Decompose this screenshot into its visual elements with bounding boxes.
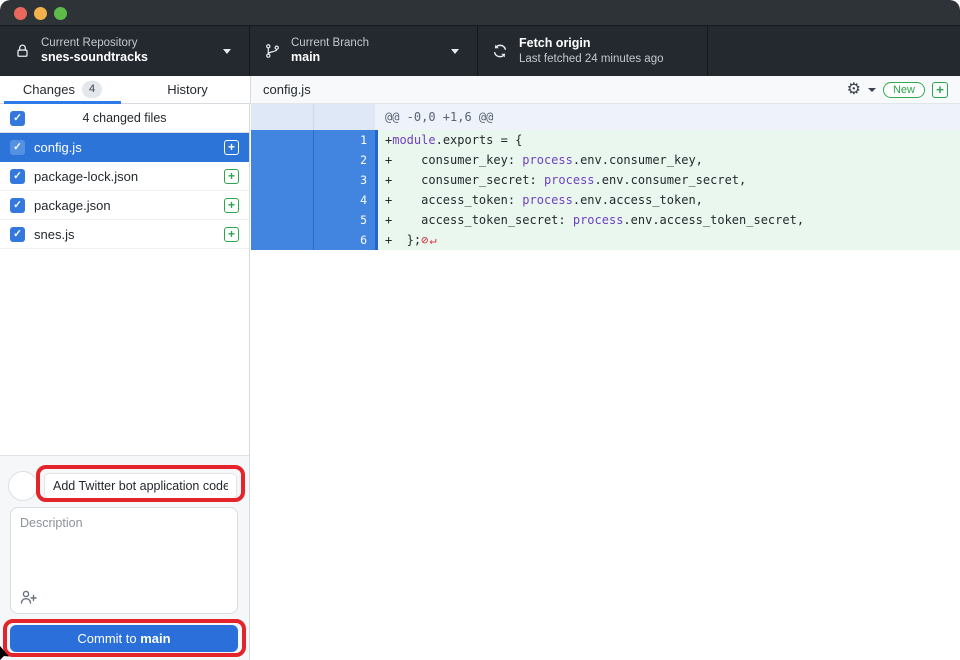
diff-gutter-old[interactable] [251, 150, 313, 170]
sync-icon [492, 43, 508, 59]
file-row[interactable]: ✓ config.js+ [0, 133, 249, 162]
diff-added-line: 5+ access_token_secret: process.env.acce… [251, 210, 960, 230]
file-name: snes.js [34, 227, 224, 242]
diff-code-text: + consumer_secret: process.env.consumer_… [375, 170, 960, 190]
changes-count-badge: 4 [82, 81, 102, 97]
file-checkbox[interactable]: ✓ [10, 140, 25, 155]
avatar [8, 471, 38, 501]
tab-history-label: History [167, 82, 207, 97]
file-name: package-lock.json [34, 169, 224, 184]
tab-history[interactable]: History [125, 76, 250, 103]
fetch-origin-sublabel: Last fetched 24 minutes ago [519, 52, 664, 66]
file-name: package.json [34, 198, 224, 213]
branch-icon [264, 43, 280, 59]
file-checkbox[interactable]: ✓ [10, 169, 25, 184]
file-name: config.js [34, 140, 224, 155]
diff-code-text: + };⊘↵ [375, 230, 960, 250]
diff-line-number[interactable]: 2 [313, 150, 375, 170]
file-list: ✓config.js+✓package-lock.json+✓package.j… [0, 133, 249, 249]
hunk-header-text: @@ -0,0 +1,6 @@ [375, 104, 960, 130]
tab-changes[interactable]: Changes 4 [0, 76, 125, 103]
diff-added-line: 6+ };⊘↵ [251, 230, 960, 250]
diff-filename: config.js [263, 82, 847, 97]
diff-code-text: +module.exports = { [375, 130, 960, 150]
diff-added-line: 3+ consumer_secret: process.env.consumer… [251, 170, 960, 190]
diff-panel: @@ -0,0 +1,6 @@ 1+module.exports = {2+ c… [251, 104, 960, 660]
chevron-down-icon [451, 49, 459, 54]
diff-hunk-header: @@ -0,0 +1,6 @@ [251, 104, 960, 130]
added-file-icon: + [224, 169, 239, 184]
diff-code-text: + consumer_key: process.env.consumer_key… [375, 150, 960, 170]
diff-gutter-new [313, 104, 375, 130]
sidebar-tabbar: Changes 4 History [0, 76, 250, 104]
diff-added-line: 1+module.exports = { [251, 130, 960, 150]
file-checkbox[interactable]: ✓ [10, 227, 25, 242]
commit-button-branch: main [140, 631, 170, 646]
added-file-icon: + [224, 198, 239, 213]
diff-added-line: 2+ consumer_key: process.env.consumer_ke… [251, 150, 960, 170]
add-coauthor-icon[interactable] [19, 589, 37, 605]
lock-icon [14, 43, 30, 59]
zoom-window-button[interactable] [54, 7, 67, 20]
new-file-badge: New [883, 82, 925, 98]
file-checkbox[interactable]: ✓ [10, 198, 25, 213]
diff-gutter-old[interactable] [251, 190, 313, 210]
added-file-icon: + [224, 227, 239, 242]
minimize-window-button[interactable] [34, 7, 47, 20]
added-file-icon[interactable]: + [932, 82, 948, 98]
diff-gutter-old[interactable] [251, 230, 313, 250]
diff-line-number[interactable]: 6 [313, 230, 375, 250]
chevron-down-icon[interactable] [868, 88, 876, 92]
diff-gutter-old[interactable] [251, 130, 313, 150]
diff-added-line: 4+ access_token: process.env.access_toke… [251, 190, 960, 210]
diff-code-text: + access_token: process.env.access_token… [375, 190, 960, 210]
commit-button[interactable]: Commit to main [10, 625, 238, 652]
current-repository-value: snes-soundtracks [41, 50, 148, 66]
chevron-down-icon [223, 49, 231, 54]
file-row[interactable]: ✓ package-lock.json+ [0, 162, 249, 191]
current-branch-label: Current Branch [291, 36, 369, 50]
commit-button-label: Commit to [77, 631, 136, 646]
titlebar [0, 0, 960, 26]
file-row[interactable]: ✓ snes.js+ [0, 220, 249, 249]
current-branch-button[interactable]: Current Branch main [250, 26, 478, 76]
close-window-button[interactable] [14, 7, 27, 20]
current-repository-label: Current Repository [41, 36, 148, 50]
fetch-origin-label: Fetch origin [519, 36, 664, 52]
diff-code-text: + access_token_secret: process.env.acces… [375, 210, 960, 230]
diff-line-number[interactable]: 3 [313, 170, 375, 190]
tab-changes-label: Changes [23, 82, 75, 97]
current-repository-button[interactable]: Current Repository snes-soundtracks [0, 26, 250, 76]
diff-gutter-old[interactable] [251, 170, 313, 190]
file-row[interactable]: ✓ package.json+ [0, 191, 249, 220]
changed-files-count: 4 changed files [0, 111, 249, 125]
gear-icon[interactable]: ⚙ [847, 82, 861, 98]
commit-description-textarea[interactable] [10, 507, 238, 614]
changed-files-header: ✓ 4 changed files [0, 104, 249, 133]
toolbar: Current Repository snes-soundtracks Curr… [0, 26, 960, 76]
diff-file-header: config.js ⚙ New + [250, 76, 960, 104]
commit-area: Commit to main [0, 455, 250, 660]
diff-line-number[interactable]: 4 [313, 190, 375, 210]
fetch-origin-button[interactable]: Fetch origin Last fetched 24 minutes ago [478, 26, 708, 76]
github-desktop-window: Current Repository snes-soundtracks Curr… [0, 0, 960, 660]
diff-gutter-old[interactable] [251, 210, 313, 230]
diff-line-number[interactable]: 5 [313, 210, 375, 230]
added-file-icon: + [224, 140, 239, 155]
diff-gutter-old [251, 104, 313, 130]
current-branch-value: main [291, 50, 369, 66]
diff-lines: 1+module.exports = {2+ consumer_key: pro… [251, 130, 960, 250]
commit-summary-input[interactable] [44, 473, 237, 499]
diff-line-number[interactable]: 1 [313, 130, 375, 150]
